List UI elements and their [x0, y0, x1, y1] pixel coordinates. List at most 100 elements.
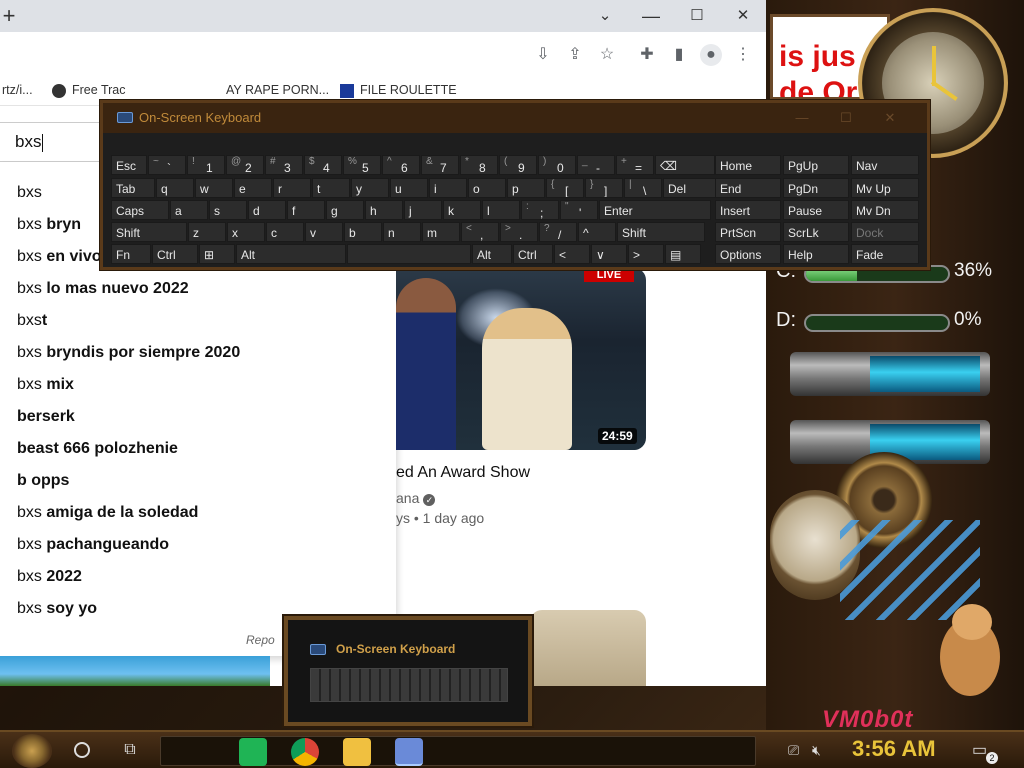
suggestion-item[interactable]: bxs en vivo: [17, 248, 101, 266]
osk-nav-key[interactable]: Fade: [851, 244, 919, 264]
menu-icon[interactable]: ⋮: [732, 44, 754, 66]
osk-key[interactable]: ▤: [665, 244, 701, 264]
osk-key[interactable]: f: [287, 200, 325, 220]
osk-nav-key[interactable]: Insert: [715, 200, 781, 220]
osk-close-button[interactable]: ✕: [875, 107, 905, 129]
osk-key[interactable]: l: [482, 200, 520, 220]
suggestion-item[interactable]: bxs bryn: [17, 216, 81, 234]
osk-key[interactable]: _ -: [577, 155, 615, 175]
osk-key[interactable]: ⊞: [199, 244, 235, 264]
osk-key[interactable]: " ': [560, 200, 598, 220]
osk-key[interactable]: y: [351, 178, 389, 198]
bookmark-item[interactable]: rtz/i...: [2, 83, 33, 97]
osk-nav-key[interactable]: Dock: [851, 222, 919, 242]
osk-nav-key[interactable]: Help: [783, 244, 849, 264]
osk-key[interactable]: o: [468, 178, 506, 198]
osk-key[interactable]: :;: [521, 200, 559, 220]
osk-key[interactable]: v: [305, 222, 343, 242]
osk-key[interactable]: Enter: [599, 200, 711, 220]
osk-key[interactable]: c: [266, 222, 304, 242]
suggestion-item[interactable]: beast 666 polozhenie: [17, 440, 178, 458]
osk-taskbar-preview[interactable]: On-Screen Keyboard: [284, 616, 532, 726]
minimize-button[interactable]: —: [628, 0, 674, 32]
osk-key[interactable]: % 5: [343, 155, 381, 175]
osk-key[interactable]: ) 0: [538, 155, 576, 175]
suggestion-item[interactable]: bxs soy yo: [17, 600, 97, 618]
osk-key[interactable]: g: [326, 200, 364, 220]
osk-key[interactable]: Esc: [111, 155, 147, 175]
osk-key[interactable]: + =: [616, 155, 654, 175]
osk-key[interactable]: w: [195, 178, 233, 198]
start-button[interactable]: [12, 734, 52, 768]
osk-key[interactable]: #3: [265, 155, 303, 175]
osk-key[interactable]: ~ `: [148, 155, 186, 175]
osk-key[interactable]: h: [365, 200, 403, 220]
osk-nav-key[interactable]: PgUp: [783, 155, 849, 175]
osk-key[interactable]: i: [429, 178, 467, 198]
osk-key[interactable]: q: [156, 178, 194, 198]
video-thumbnail[interactable]: LIVE 24:59: [396, 268, 646, 450]
osk-nav-key[interactable]: Options: [715, 244, 781, 264]
osk-key[interactable]: a: [170, 200, 208, 220]
osk-key[interactable]: {[: [546, 178, 584, 198]
report-link[interactable]: Repo: [246, 633, 275, 647]
suggestion-item[interactable]: bxs lo mas nuevo 2022: [17, 280, 189, 298]
osk-key[interactable]: >.: [500, 222, 538, 242]
chrome-icon[interactable]: [291, 738, 319, 766]
osk-key[interactable]: e: [234, 178, 272, 198]
osk-key[interactable]: ^ 6: [382, 155, 420, 175]
osk-key[interactable]: $4: [304, 155, 342, 175]
osk-nav-key[interactable]: PrtScn: [715, 222, 781, 242]
osk-key[interactable]: Fn: [111, 244, 151, 264]
taskbar-clock[interactable]: 3:56 AM: [852, 736, 936, 762]
osk-key[interactable]: ⌫: [655, 155, 715, 175]
suggestion-item[interactable]: b opps: [17, 472, 69, 490]
osk-key[interactable]: Shift: [111, 222, 187, 242]
side-panel-icon[interactable]: ▮: [668, 44, 690, 66]
osk-key[interactable]: d: [248, 200, 286, 220]
osk-key[interactable]: (9: [499, 155, 537, 175]
osk-key[interactable]: b: [344, 222, 382, 242]
osk-key[interactable]: Del: [663, 178, 717, 198]
osk-taskbar-icon[interactable]: [395, 738, 423, 766]
osk-key[interactable]: t: [312, 178, 350, 198]
osk-nav-key[interactable]: PgDn: [783, 178, 849, 198]
osk-key[interactable]: s: [209, 200, 247, 220]
osk-key[interactable]: r: [273, 178, 311, 198]
osk-key[interactable]: z: [188, 222, 226, 242]
osk-nav-key[interactable]: End: [715, 178, 781, 198]
osk-key[interactable]: | \: [624, 178, 662, 198]
osk-key[interactable]: <,: [461, 222, 499, 242]
search-circle-icon[interactable]: [74, 742, 90, 758]
suggestion-item[interactable]: bxs: [17, 184, 42, 202]
profile-icon[interactable]: ●: [700, 44, 722, 66]
osk-nav-key[interactable]: Mv Dn: [851, 200, 919, 220]
suggestion-item[interactable]: bxs 2022: [17, 568, 82, 586]
osk-key[interactable]: m: [422, 222, 460, 242]
notes-app-icon[interactable]: [239, 738, 267, 766]
osk-key[interactable]: Caps: [111, 200, 169, 220]
new-tab-button[interactable]: +: [0, 4, 18, 28]
video-title[interactable]: ed An Award Show: [396, 464, 530, 482]
install-icon[interactable]: ⇩: [532, 44, 554, 66]
osk-key[interactable]: j: [404, 200, 442, 220]
tab-search-button[interactable]: ⌄: [582, 0, 628, 32]
osk-key[interactable]: ∨: [591, 244, 627, 264]
suggestion-item[interactable]: bxs amiga de la soledad: [17, 504, 198, 522]
bookmark-item[interactable]: FILE ROULETTE: [340, 83, 457, 98]
osk-key[interactable]: * 8: [460, 155, 498, 175]
osk-key[interactable]: u: [390, 178, 428, 198]
video-thumbnail[interactable]: [530, 610, 646, 686]
bookmark-item[interactable]: AY RAPE PORN...: [226, 83, 329, 97]
osk-key[interactable]: Ctrl: [513, 244, 553, 264]
task-view-icon[interactable]: ⧉: [120, 741, 140, 759]
osk-key[interactable]: ! 1: [187, 155, 225, 175]
osk-key[interactable]: @2: [226, 155, 264, 175]
suggestion-item[interactable]: bxs mix: [17, 376, 74, 394]
osk-key[interactable]: Alt: [236, 244, 346, 264]
osk-minimize-button[interactable]: —: [787, 107, 817, 129]
osk-nav-key[interactable]: Nav: [851, 155, 919, 175]
suggestion-item[interactable]: bxst: [17, 312, 47, 330]
osk-nav-key[interactable]: Pause: [783, 200, 849, 220]
suggestion-item[interactable]: bxs bryndis por siempre 2020: [17, 344, 240, 362]
